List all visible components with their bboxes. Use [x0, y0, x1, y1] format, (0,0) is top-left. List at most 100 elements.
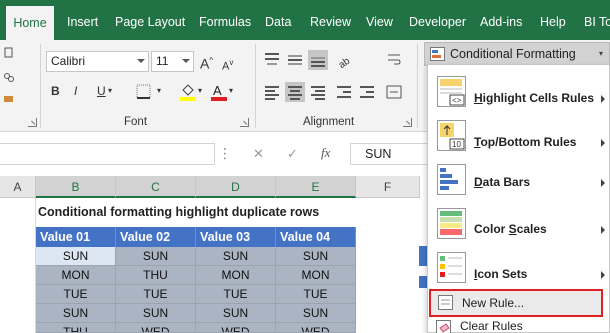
- cell-marker: [419, 276, 427, 288]
- table-cell[interactable]: TUE: [196, 285, 276, 304]
- menu-item-icon-sets[interactable]: Icon Sets: [428, 246, 610, 290]
- chevron-down-icon[interactable]: ▾: [229, 82, 233, 100]
- table-cell[interactable]: SUN: [196, 304, 276, 323]
- tab-formulas[interactable]: Formulas: [199, 0, 251, 40]
- tab-data[interactable]: Data: [265, 0, 291, 40]
- table-cell[interactable]: SUN: [116, 247, 196, 266]
- menu-item-color-scales[interactable]: Color Scales: [428, 202, 610, 246]
- menu-item-top-bottom-rules[interactable]: 10 Top/Bottom Rules: [428, 114, 610, 158]
- fill-color-icon[interactable]: [179, 82, 197, 102]
- menu-item-label: Color Scales: [474, 222, 547, 236]
- data-bars-icon: [437, 164, 466, 195]
- table-header-cell[interactable]: Value 04: [276, 227, 356, 247]
- table-cell[interactable]: SUN: [276, 304, 356, 323]
- column-header-d[interactable]: D: [196, 176, 276, 198]
- tab-insert[interactable]: Insert: [67, 0, 98, 40]
- align-right-icon[interactable]: [308, 82, 328, 102]
- chevron-down-icon: [182, 59, 190, 63]
- tab-view[interactable]: View: [366, 0, 393, 40]
- align-left-icon[interactable]: [262, 82, 282, 102]
- table-cell[interactable]: SUN: [276, 247, 356, 266]
- top-bottom-rules-icon: 10: [437, 120, 466, 151]
- table-cell[interactable]: SUN: [36, 304, 116, 323]
- menu-item-new-rule[interactable]: New Rule...: [429, 289, 603, 317]
- table-cell[interactable]: SUN: [36, 247, 116, 266]
- underline-button[interactable]: U: [97, 82, 106, 100]
- table-cell[interactable]: THU: [116, 266, 196, 285]
- clipboard-icons[interactable]: [3, 46, 15, 106]
- menu-item-data-bars[interactable]: Data Bars: [428, 158, 610, 202]
- bottom-align-icon[interactable]: [308, 50, 328, 70]
- chevron-down-icon[interactable]: ▾: [108, 82, 112, 100]
- tab-page-layout[interactable]: Page Layout: [115, 0, 185, 40]
- table-cell[interactable]: TUE: [116, 285, 196, 304]
- borders-icon[interactable]: [136, 84, 152, 100]
- table-cell[interactable]: MON: [196, 266, 276, 285]
- increase-font-icon[interactable]: A^: [200, 52, 213, 73]
- svg-text:ab: ab: [337, 55, 353, 69]
- table-header-cell[interactable]: Value 03: [196, 227, 276, 247]
- decrease-indent-icon[interactable]: [334, 82, 354, 102]
- conditional-formatting-button[interactable]: Conditional Formatting ▾: [424, 42, 610, 66]
- table-cell[interactable]: WED: [276, 323, 356, 333]
- confirm-entry-icon[interactable]: ✓: [287, 146, 298, 162]
- orientation-icon[interactable]: ab: [336, 51, 354, 69]
- table-cell[interactable]: WED: [196, 323, 276, 333]
- tab-review[interactable]: Review: [310, 0, 351, 40]
- italic-button[interactable]: I: [74, 82, 77, 100]
- table-header-cell[interactable]: Value 02: [116, 227, 196, 247]
- font-dialog-launcher-icon[interactable]: [240, 118, 249, 127]
- table-cell[interactable]: WED: [116, 323, 196, 333]
- table-cell[interactable]: TUE: [36, 285, 116, 304]
- conditional-formatting-menu: <> Highlight Cells Rules 10 Top/Bottom R…: [427, 64, 610, 333]
- name-box[interactable]: [0, 143, 215, 165]
- tab-bi-tools[interactable]: BI To: [584, 0, 610, 40]
- align-center-icon[interactable]: [285, 82, 305, 102]
- cell-marker: [419, 246, 427, 266]
- table-cell[interactable]: SUN: [196, 247, 276, 266]
- merge-center-icon[interactable]: [386, 84, 402, 100]
- wrap-text-icon[interactable]: [386, 52, 402, 68]
- tab-add-ins[interactable]: Add-ins: [480, 0, 522, 40]
- new-rule-label: New Rule...: [462, 296, 525, 310]
- table-cell[interactable]: MON: [36, 266, 116, 285]
- sheet-title-cell[interactable]: Conditional formatting highlight duplica…: [38, 205, 319, 219]
- bold-button[interactable]: B: [51, 82, 60, 100]
- font-name-combo[interactable]: Calibri: [46, 51, 149, 72]
- increase-indent-icon[interactable]: [357, 82, 377, 102]
- tab-home[interactable]: Home: [6, 6, 54, 40]
- insert-function-icon[interactable]: fx: [321, 145, 330, 161]
- table-cell[interactable]: SUN: [116, 304, 196, 323]
- alignment-group-label: Alignment: [303, 116, 355, 128]
- middle-align-icon[interactable]: [285, 50, 305, 70]
- menu-item-label: Icon Sets: [474, 267, 528, 281]
- menu-item-clear-rules[interactable]: Clear Rules: [429, 319, 607, 333]
- clipboard-dialog-launcher-icon[interactable]: [28, 118, 37, 127]
- chevron-down-icon: [137, 59, 145, 63]
- formula-input[interactable]: SUN: [350, 143, 430, 165]
- clear-rules-label: Clear Rules: [460, 319, 523, 333]
- font-color-icon[interactable]: A: [210, 82, 228, 102]
- chevron-down-icon[interactable]: ▾: [157, 82, 161, 100]
- column-header-a[interactable]: A: [0, 176, 36, 198]
- chevron-down-icon[interactable]: ▾: [198, 82, 202, 100]
- table-cell[interactable]: THU: [36, 323, 116, 333]
- table-cell[interactable]: MON: [276, 266, 356, 285]
- column-header-c[interactable]: C: [116, 176, 196, 198]
- more-options-icon[interactable]: ⋮: [218, 145, 232, 162]
- table-header-cell[interactable]: Value 01: [36, 227, 116, 247]
- tab-help[interactable]: Help: [540, 0, 566, 40]
- decrease-font-icon[interactable]: Av: [222, 54, 233, 76]
- table-cell[interactable]: TUE: [276, 285, 356, 304]
- column-a-cells[interactable]: [0, 198, 36, 333]
- menu-item-highlight-cells-rules[interactable]: <> Highlight Cells Rules: [428, 70, 610, 114]
- tab-developer[interactable]: Developer: [409, 0, 466, 40]
- column-header-b[interactable]: B: [36, 176, 116, 198]
- font-size-combo[interactable]: 11: [151, 51, 194, 72]
- top-align-icon[interactable]: [262, 50, 282, 70]
- alignment-dialog-launcher-icon[interactable]: [403, 118, 412, 127]
- chevron-right-icon: [601, 226, 605, 234]
- column-header-f[interactable]: F: [356, 176, 420, 198]
- cancel-entry-icon[interactable]: ✕: [253, 146, 264, 162]
- column-header-e[interactable]: E: [276, 176, 356, 198]
